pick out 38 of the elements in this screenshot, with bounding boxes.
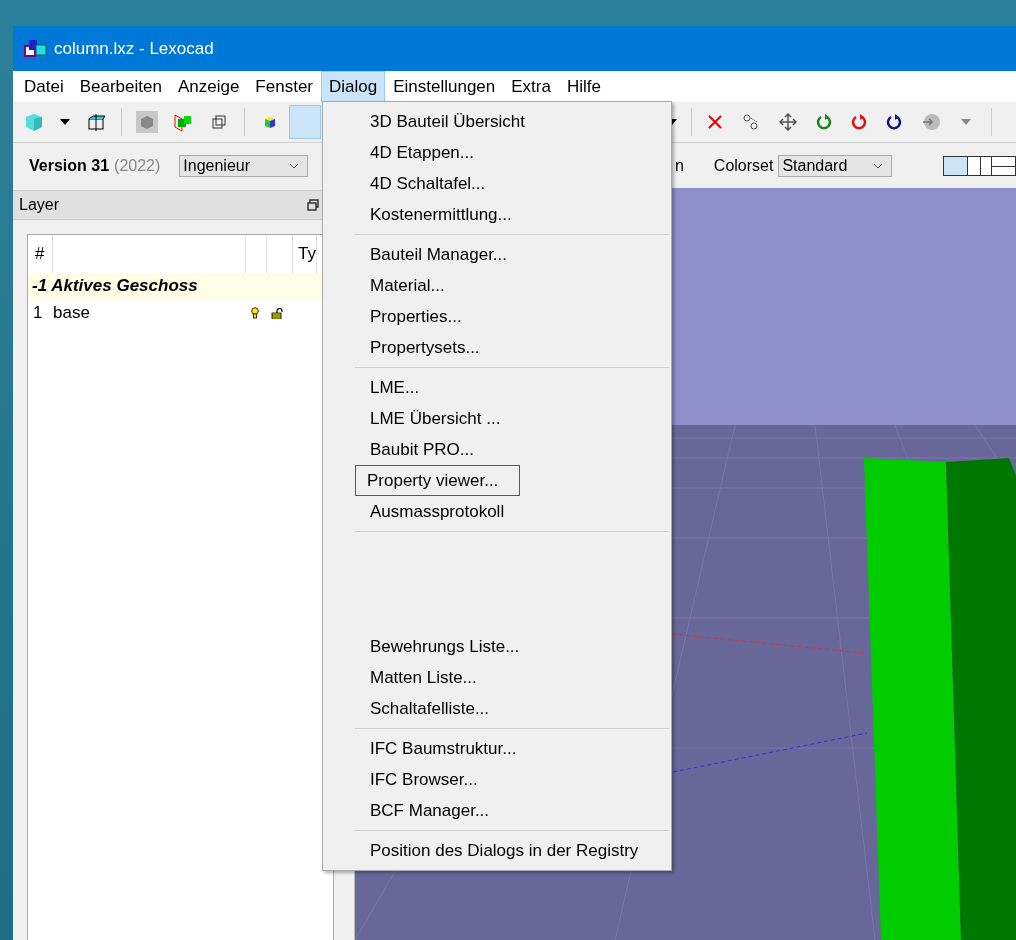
menu-item[interactable]: 3D Bauteil Übersicht bbox=[325, 106, 669, 137]
version-label: Version 31 bbox=[29, 156, 110, 175]
menu-item[interactable]: Baubit PRO... bbox=[325, 434, 669, 465]
menu-item[interactable]: BCF Manager... bbox=[325, 795, 669, 826]
menu-item[interactable]: Einstellungen bbox=[385, 71, 504, 102]
menu-item[interactable]: LME... bbox=[325, 372, 669, 403]
menu-item[interactable]: LME Übersicht ... bbox=[325, 403, 669, 434]
menu-item[interactable]: Bewehrungs Liste... bbox=[325, 631, 669, 662]
group-label: -1 Aktives Geschoss bbox=[32, 276, 198, 296]
window-title: column.lxz - Lexocad bbox=[54, 38, 214, 59]
menu-item[interactable]: Datei bbox=[16, 71, 72, 102]
menu-item[interactable]: Properties... bbox=[325, 301, 669, 332]
menu-item[interactable]: Extra bbox=[503, 71, 559, 102]
menu-item[interactable]: Schaltafelliste... bbox=[325, 693, 669, 724]
menu-item[interactable]: Fenster bbox=[247, 71, 321, 102]
menu-item[interactable]: 4D Schaltafel... bbox=[325, 168, 669, 199]
option-label: n bbox=[674, 156, 684, 175]
colorset-label: Colorset bbox=[713, 156, 774, 175]
menu-item[interactable]: IFC Baumstruktur... bbox=[325, 733, 669, 764]
panel-title: Layer bbox=[19, 196, 60, 214]
menu-item[interactable]: Anzeige bbox=[169, 71, 248, 102]
colorset-dropdown[interactable]: Standard bbox=[778, 154, 892, 177]
menu-item[interactable]: Property viewer... bbox=[355, 465, 520, 496]
menu-item[interactable]: Hilfe bbox=[558, 71, 609, 102]
table-cell-text: 1 bbox=[32, 303, 44, 323]
profile-dropdown[interactable]: Ingenieur bbox=[179, 154, 308, 177]
menu-item[interactable]: Bearbeiten bbox=[71, 71, 170, 102]
version-year: (2022) bbox=[114, 156, 161, 175]
menu-item[interactable]: Matten Liste... bbox=[325, 662, 669, 693]
menu-item[interactable]: Propertysets... bbox=[325, 332, 669, 363]
menu-item[interactable]: 4D Etappen... bbox=[325, 137, 669, 168]
menu-item[interactable]: Kostenermittlung... bbox=[325, 199, 669, 230]
menu-item[interactable]: Position des Dialogs in der Registry bbox=[325, 835, 669, 866]
menu-item[interactable]: IFC Browser... bbox=[325, 764, 669, 795]
table-cell-text: base bbox=[53, 303, 91, 323]
menu-item[interactable]: Bauteil Manager... bbox=[325, 239, 669, 270]
menu-item[interactable]: Dialog bbox=[321, 71, 386, 102]
menu-item[interactable]: Ausmassprotokoll bbox=[325, 496, 669, 527]
